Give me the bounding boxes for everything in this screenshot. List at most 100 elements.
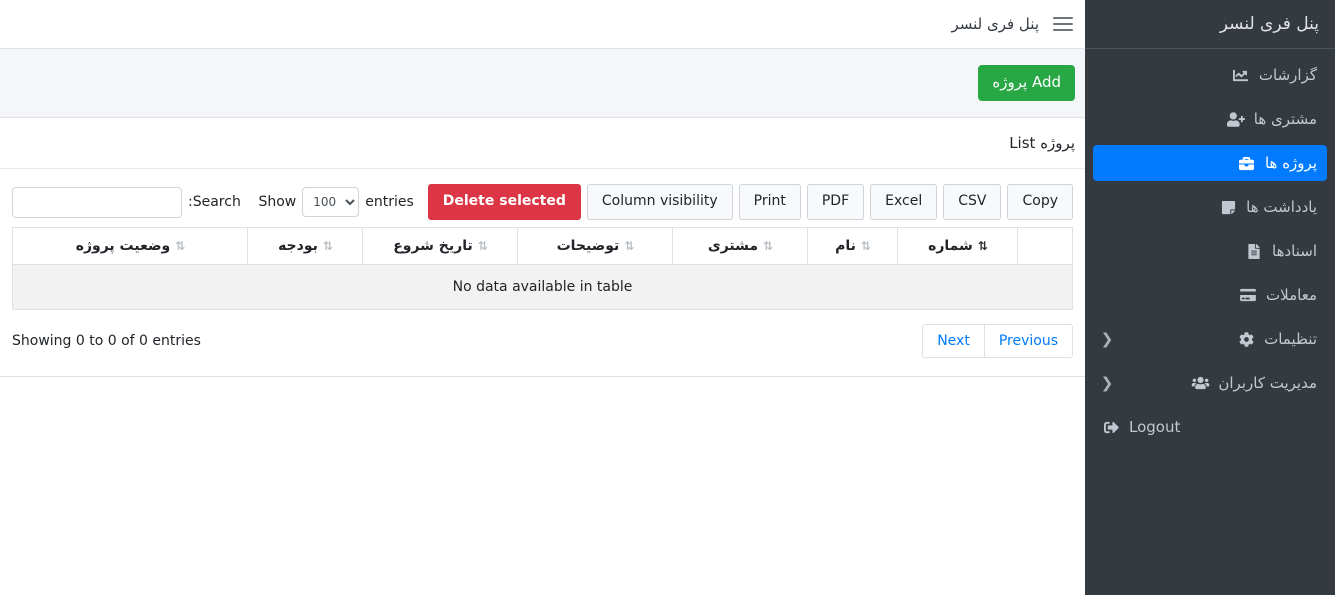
sidebar-item-5[interactable]: اسنادها [1093,233,1327,269]
datatable-toolbar-left: Show 102550100 entries Delete selectedCo… [258,184,1073,220]
sort-indicator-icon: ⇅ [322,239,333,253]
app-root: پنل فری لنسر Add پروژه پروژه List Show 1… [0,0,1335,595]
column-header-5[interactable]: تاریخ شروع ⇅ [362,227,518,265]
chevron-left-icon: ❮ [1100,374,1114,392]
sidebar-item-3[interactable]: پروژه ها [1093,145,1327,181]
column-header-inner: توضیحات ⇅ [556,238,635,254]
column-header-label: مشتری [707,238,759,254]
users-icon [1190,374,1210,392]
sign-out-icon [1101,418,1121,436]
project-list-card: پروژه List Show 102550100 entries Delete… [0,118,1085,378]
column-header-inner: مشتری ⇅ [707,238,773,254]
column-header-label: شماره [928,238,973,254]
column-header-inner: شماره ⇅ [928,238,988,254]
page-title: پروژه List [1009,134,1075,152]
column-header-3[interactable]: مشتری ⇅ [672,227,808,265]
card-body: Show 102550100 entries Delete selectedCo… [0,169,1085,376]
sidebar-item-content: Logout [1101,418,1180,436]
column-header-inner: نام ⇅ [835,238,871,254]
column-header-label: تاریخ شروع [393,238,473,254]
column-header-inner: بودجه ⇅ [278,238,333,254]
sidebar-item-content: گزارشات [1231,66,1317,84]
datatable-buttons: Delete selected Column visibility Print PDF… [422,184,1073,220]
datatable-button-copy[interactable]: Copy [1007,184,1073,220]
column-header-inner: تاریخ شروع ⇅ [393,238,488,254]
sort-indicator-icon: ⇅ [763,239,773,253]
column-header-4[interactable]: توضیحات ⇅ [517,227,673,265]
sidebar-item-content: پروژه ها [1237,154,1317,172]
sidebar: پنل فری لنسر گزارشات مشتری ها پروژه ها یادد… [1085,0,1335,595]
table-head: شماره ⇅ نام ⇅ مشتری ⇅ توضیحات ⇅ تاریخ شروع ⇅ بودجه… [12,227,1073,265]
sidebar-item-content: تنظیمات [1236,330,1317,348]
main-content: پنل فری لنسر Add پروژه پروژه List Show 1… [0,0,1085,595]
sidebar-brand[interactable]: پنل فری لنسر [1085,0,1335,49]
show-label: Show [258,194,297,210]
column-header-1[interactable]: شماره ⇅ [897,227,1018,265]
sidebar-item-content: مدیریت کاربران [1190,374,1317,392]
sidebar-item-6[interactable]: معاملات [1093,277,1327,313]
datatable-button-csv[interactable]: CSV [943,184,1002,220]
column-header-select-all [1017,227,1073,265]
sidebar-item-content: اسنادها [1244,242,1317,260]
datatable-toolbar: Show 102550100 entries Delete selectedCo… [12,179,1073,225]
table-empty-row: No data available in table [12,264,1073,310]
table-info: Showing 0 to 0 of 0 entries [12,333,201,350]
sidebar-item-4[interactable]: یادداشت ها [1093,189,1327,225]
briefcase-icon [1237,154,1257,172]
sort-indicator-icon: ⇅ [624,239,634,253]
sidebar-item-7[interactable]: تنظیمات ❮ [1093,321,1327,357]
page-background [0,377,1085,578]
empty-table-message: No data available in table [12,264,1073,310]
datatable-button-pdf[interactable]: PDF [806,184,865,220]
user-plus-icon [1226,110,1246,128]
chevron-left-icon: ❮ [1100,330,1114,348]
column-header-label: توضیحات [556,238,620,254]
sticky-note-icon [1218,198,1238,216]
sidebar-nav: گزارشات مشتری ها پروژه ها یادداشت ها اسنادها… [1085,49,1335,445]
sidebar-item-label: معاملات [1266,286,1317,304]
column-header-2[interactable]: نام ⇅ [807,227,898,265]
datatable-button-print[interactable]: Print [738,184,801,220]
datatable-footer: Showing 0 to 0 of 0 entries Next Previous [12,324,1073,359]
pagination-next-button[interactable]: Next [922,324,985,359]
search-input[interactable] [12,186,182,218]
datatable-button-column-visibility[interactable]: Column visibility [586,184,733,220]
chart-line-icon [1231,66,1251,84]
search-label: Search: [188,194,241,210]
pagination: Next Previous [922,324,1073,359]
column-header-label: نام [835,238,856,254]
sidebar-item-label: پروژه ها [1264,154,1317,172]
search-filter: Search: [12,186,241,218]
content-header: Add پروژه [0,49,1085,118]
sidebar-item-1[interactable]: گزارشات [1093,57,1327,93]
column-header-label: بودجه [278,238,318,254]
column-header-label: وضعیت پروژه [75,238,171,254]
sidebar-item-label: Logout [1129,418,1181,436]
projects-table: شماره ⇅ نام ⇅ مشتری ⇅ توضیحات ⇅ تاریخ شروع ⇅ بودجه… [12,227,1073,310]
hamburger-icon[interactable] [1053,15,1073,33]
entries-length-control: Show 102550100 entries [258,187,414,217]
sidebar-item-2[interactable]: مشتری ها [1093,101,1327,137]
pagination-previous-button[interactable]: Previous [984,324,1073,359]
column-header-inner: وضعیت پروژه ⇅ [75,238,186,254]
sidebar-item-8[interactable]: مدیریت کاربران ❮ [1093,365,1327,401]
datatable-button-delete-selected[interactable]: Delete selected [427,184,581,220]
sort-indicator-icon: ⇅ [860,239,871,253]
entries-select[interactable]: 102550100 [302,187,360,217]
gear-icon [1236,330,1256,348]
table-header-row: شماره ⇅ نام ⇅ مشتری ⇅ توضیحات ⇅ تاریخ شروع ⇅ بودجه… [12,227,1073,265]
navbar-title: پنل فری لنسر [951,15,1039,33]
sidebar-item-content: مشتری ها [1226,110,1317,128]
sidebar-item-content: یادداشت ها [1218,198,1317,216]
column-header-7[interactable]: وضعیت پروژه ⇅ [12,227,248,265]
sidebar-item-label: یادداشت ها [1246,198,1317,216]
add-project-button[interactable]: Add پروژه [978,65,1075,101]
sort-indicator-icon: ⇅ [477,239,488,253]
sort-indicator-active-icon: ⇅ [977,239,988,253]
sidebar-item-9[interactable]: Logout [1093,409,1327,445]
entries-label: entries [365,194,414,210]
sidebar-item-label: مشتری ها [1253,110,1317,128]
sidebar-item-content: معاملات [1238,286,1317,304]
datatable-button-excel[interactable]: Excel [870,184,938,220]
column-header-6[interactable]: بودجه ⇅ [247,227,363,265]
